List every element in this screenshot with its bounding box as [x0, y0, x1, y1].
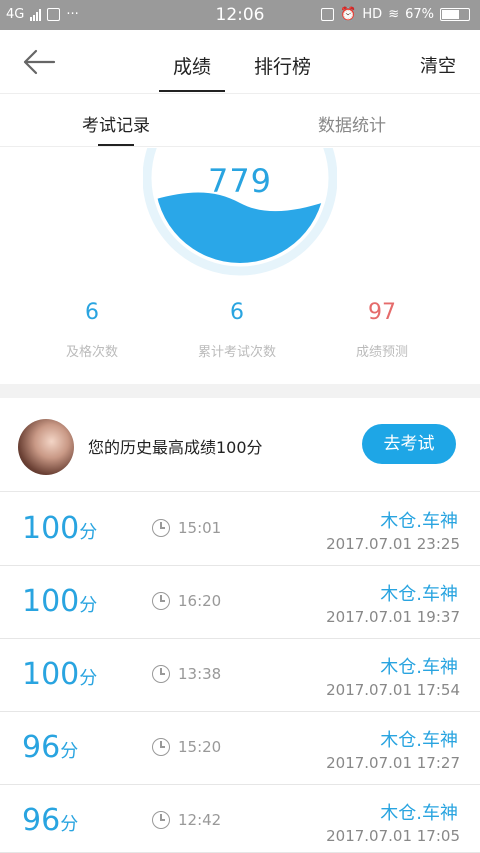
- score-number: 100: [22, 657, 80, 692]
- sub-tabs: 考试记录 数据统计: [0, 95, 480, 147]
- stat-total-exams: 6 累计考试次数: [167, 300, 307, 360]
- stat-label: 及格次数: [65, 345, 118, 360]
- score-number: 100: [22, 511, 80, 546]
- record-score: 100分: [22, 511, 97, 546]
- stat-prediction: 97 成绩预测: [312, 300, 452, 360]
- tab-score[interactable]: 成绩: [158, 52, 226, 92]
- record-date: 2017.07.01 17:27: [326, 754, 460, 772]
- record-date: 2017.07.01 17:05: [326, 827, 460, 845]
- stat-value: 6: [85, 300, 99, 325]
- record-date: 2017.07.01 19:37: [326, 608, 460, 626]
- record-user-name: 木仓.车神: [380, 584, 458, 605]
- clock-icon: [152, 592, 170, 610]
- alarm-icon: ⏰: [340, 7, 357, 22]
- score-unit: 分: [60, 741, 79, 762]
- best-score-row: 您的历史最高成绩100分 去考试: [0, 398, 480, 492]
- record-duration: 13:38: [178, 665, 222, 683]
- score-number: 100: [22, 584, 80, 619]
- stat-label: 累计考试次数: [197, 345, 276, 360]
- table-row[interactable]: 100分 16:20 木仓.车神 2017.07.01 19:37: [0, 566, 480, 639]
- app-bar: 成绩 排行榜 清空: [0, 30, 480, 94]
- table-row[interactable]: 100分 15:01 木仓.车神 2017.07.01 23:25: [0, 493, 480, 566]
- table-row[interactable]: 96分 15:20 木仓.车神 2017.07.01 17:27: [0, 712, 480, 785]
- record-duration: 15:01: [178, 519, 222, 537]
- stat-value: 6: [230, 300, 244, 325]
- clock-icon: [152, 519, 170, 537]
- clock-icon: [152, 811, 170, 829]
- best-score-text: 您的历史最高成绩100分: [88, 438, 263, 457]
- score-unit: 分: [79, 595, 98, 616]
- record-user-name: 木仓.车神: [380, 730, 458, 751]
- record-date: 2017.07.01 23:25: [326, 535, 460, 553]
- score-unit: 分: [79, 668, 98, 689]
- record-duration: 16:20: [178, 592, 222, 610]
- table-row[interactable]: 100分 13:38 木仓.车神 2017.07.01 17:54: [0, 639, 480, 712]
- take-exam-button[interactable]: 去考试: [362, 424, 456, 464]
- wifi-icon: ≋: [388, 7, 400, 22]
- score-value: 779: [207, 162, 273, 200]
- record-date: 2017.07.01 17:54: [326, 681, 460, 699]
- table-row[interactable]: 96分 12:42 木仓.车神 2017.07.01 17:05: [0, 785, 480, 853]
- back-arrow-icon[interactable]: [22, 48, 56, 76]
- battery-icon: [440, 8, 470, 21]
- hd-label: HD: [362, 7, 383, 22]
- record-score: 100分: [22, 657, 97, 692]
- record-user-name: 木仓.车神: [380, 657, 458, 678]
- status-bar: 4G ··· 12:06 ⏰ HD ≋ 67%: [0, 0, 480, 30]
- tab-exam-records[interactable]: 考试记录: [82, 111, 150, 146]
- record-duration: 15:20: [178, 738, 222, 756]
- avatar: [18, 419, 74, 475]
- tab-ranking[interactable]: 排行榜: [254, 52, 311, 79]
- score-unit: 分: [60, 814, 79, 835]
- stat-pass-count: 6 及格次数: [22, 300, 162, 360]
- clock-icon: [152, 738, 170, 756]
- record-score: 96分: [22, 803, 78, 838]
- score-unit: 分: [79, 522, 98, 543]
- tab-data-stats[interactable]: 数据统计: [318, 111, 386, 136]
- section-divider: [0, 384, 480, 398]
- score-number: 96: [22, 730, 61, 765]
- stat-label: 成绩预测: [355, 345, 408, 360]
- record-user-name: 木仓.车神: [380, 803, 458, 824]
- sim-icon: [321, 8, 335, 21]
- record-user-name: 木仓.车神: [380, 511, 458, 532]
- record-score: 96分: [22, 730, 78, 765]
- clock-icon: [152, 665, 170, 683]
- record-score: 100分: [22, 584, 97, 619]
- score-number: 96: [22, 803, 61, 838]
- battery-percent: 67%: [405, 7, 434, 22]
- stat-value: 97: [368, 300, 396, 325]
- status-right: ⏰ HD ≋ 67%: [321, 7, 470, 22]
- clear-button[interactable]: 清空: [420, 52, 456, 78]
- record-duration: 12:42: [178, 811, 222, 829]
